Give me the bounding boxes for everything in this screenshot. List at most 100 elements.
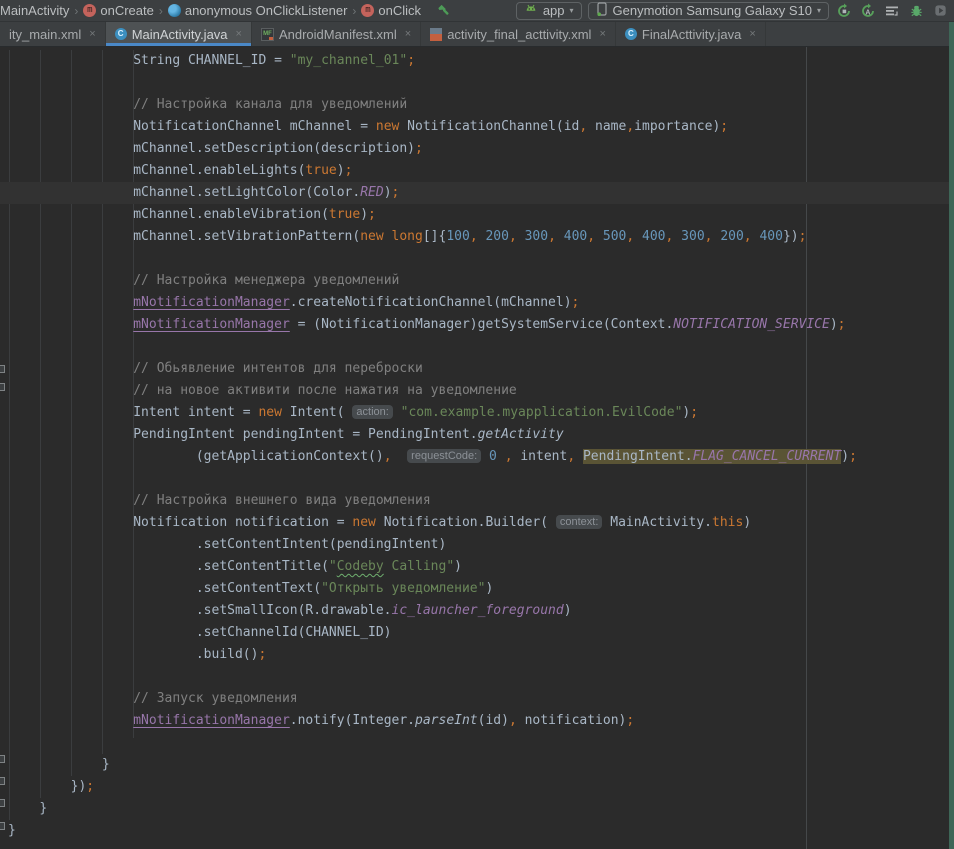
fold-marker[interactable]: [0, 822, 5, 830]
code-token: ;: [626, 713, 634, 728]
close-icon[interactable]: ×: [599, 28, 605, 40]
fold-marker[interactable]: [0, 365, 5, 373]
code-token: this: [712, 515, 743, 530]
code-token: new: [352, 515, 375, 530]
fold-marker[interactable]: [0, 799, 5, 807]
code-token: 100: [446, 229, 469, 244]
code-token: name: [587, 119, 626, 134]
close-icon[interactable]: ×: [89, 28, 95, 40]
tab-activity-final-acttivity-xml[interactable]: activity_final_acttivity.xml×: [421, 22, 616, 46]
code-token: NotificationChannel(id: [399, 119, 579, 134]
breadcrumb-item-oncreate[interactable]: monCreate: [83, 3, 153, 18]
fold-marker[interactable]: [0, 777, 5, 785]
code-line[interactable]: mNotificationManager.notify(Integer.pars…: [0, 710, 949, 732]
code-token: .createNotificationChannel(mChannel): [290, 295, 572, 310]
tab-ity-main-xml[interactable]: ity_main.xml×: [0, 22, 106, 46]
code-token: ;: [690, 405, 698, 420]
code-token: ): [485, 581, 493, 596]
code-line[interactable]: Notification notification = new Notifica…: [0, 512, 949, 534]
debug-icon[interactable]: [904, 0, 928, 22]
code-token: }: [39, 801, 47, 816]
code-line[interactable]: // Настройка менеджера уведомлений: [0, 270, 949, 292]
breadcrumb-item-mainactivity[interactable]: MainActivity: [0, 3, 69, 18]
code-line[interactable]: mNotificationManager.createNotificationC…: [0, 292, 949, 314]
code-token: ;: [407, 53, 415, 68]
profile-icon[interactable]: [928, 0, 952, 22]
run-configurations-icon[interactable]: [880, 0, 904, 22]
code-line[interactable]: NotificationChannel mChannel = new Notif…: [0, 116, 949, 138]
fold-marker[interactable]: [0, 383, 5, 391]
code-token: ,: [587, 229, 595, 244]
inline-parameter-hint: action:: [352, 405, 392, 419]
code-line[interactable]: Intent intent = new Intent( action: "com…: [0, 402, 949, 424]
close-icon[interactable]: ×: [749, 28, 755, 40]
close-icon[interactable]: ×: [405, 28, 411, 40]
code-token: // Обьявление интентов для переброски: [133, 361, 423, 376]
code-line[interactable]: // Настройка внешнего вида уведомления: [0, 490, 949, 512]
run-configuration-selector[interactable]: app ▾: [516, 2, 582, 20]
tab-mainactivity-java[interactable]: CMainActivity.java×: [106, 22, 252, 46]
code-line[interactable]: .setContentTitle("Codeby Calling"): [0, 556, 949, 578]
code-line[interactable]: }: [0, 754, 949, 776]
code-token: String CHANNEL_ID =: [133, 53, 290, 68]
method-icon: m: [83, 4, 96, 17]
code-line[interactable]: // Обьявление интентов для переброски: [0, 358, 949, 380]
code-line[interactable]: .build();: [0, 644, 949, 666]
device-selector[interactable]: Genymotion Samsung Galaxy S10 ▾: [588, 2, 829, 20]
code-line[interactable]: // Настройка канала для уведомлений: [0, 94, 949, 116]
code-token: ;: [415, 141, 423, 156]
build-hammer-icon[interactable]: [431, 0, 455, 22]
code-line[interactable]: }: [0, 820, 949, 842]
code-line[interactable]: PendingIntent pendingIntent = PendingInt…: [0, 424, 949, 446]
android-app-icon: [524, 2, 538, 19]
code-line[interactable]: mChannel.enableLights(true);: [0, 160, 949, 182]
code-line[interactable]: [0, 666, 949, 688]
editor-tab-bar: ity_main.xml×CMainActivity.java×MFAndroi…: [0, 22, 954, 47]
code-line[interactable]: .setContentIntent(pendingIntent): [0, 534, 949, 556]
apply-code-changes-icon[interactable]: A: [856, 0, 880, 22]
code-token: }): [71, 779, 87, 794]
apply-changes-icon[interactable]: [832, 0, 856, 22]
code-token: .setChannelId(CHANNEL_ID): [196, 625, 392, 640]
code-token: [556, 229, 564, 244]
code-line[interactable]: mChannel.setDescription(description);: [0, 138, 949, 160]
code-line[interactable]: [0, 732, 949, 754]
tab-finalacttivity-java[interactable]: CFinalActtivity.java×: [616, 22, 766, 46]
code-line[interactable]: [0, 248, 949, 270]
code-token: }): [783, 229, 799, 244]
chevron-down-icon: ▾: [570, 6, 574, 15]
code-line[interactable]: (getApplicationContext(), requestCode: 0…: [0, 446, 949, 468]
code-token: long: [392, 229, 423, 244]
code-line[interactable]: .setChannelId(CHANNEL_ID): [0, 622, 949, 644]
tab-androidmanifest-xml[interactable]: MFAndroidManifest.xml×: [252, 22, 421, 46]
code-editor[interactable]: String CHANNEL_ID = "my_channel_01"; // …: [0, 47, 949, 849]
code-token: Codeby: [337, 559, 384, 574]
code-line[interactable]: .setSmallIcon(R.drawable.ic_launcher_for…: [0, 600, 949, 622]
code-line[interactable]: mChannel.setLightColor(Color.RED);: [0, 182, 949, 204]
breadcrumb-item-anonymous-onclicklistener[interactable]: anonymous OnClickListener: [168, 3, 348, 18]
code-line[interactable]: mChannel.enableVibration(true);: [0, 204, 949, 226]
code-token: parseInt: [415, 713, 478, 728]
code-token: true: [305, 163, 336, 178]
code-line[interactable]: .setContentText("Открыть уведомление"): [0, 578, 949, 600]
tab-label: AndroidManifest.xml: [279, 27, 397, 42]
code-line[interactable]: [0, 72, 949, 94]
code-line[interactable]: [0, 336, 949, 358]
code-line[interactable]: mChannel.setVibrationPattern(new long[]{…: [0, 226, 949, 248]
code-line[interactable]: });: [0, 776, 949, 798]
code-line[interactable]: mNotificationManager = (NotificationMana…: [0, 314, 949, 336]
device-label: Genymotion Samsung Galaxy S10: [613, 3, 812, 18]
code-line[interactable]: }: [0, 798, 949, 820]
breadcrumb-item-onclick[interactable]: monClick: [361, 3, 421, 18]
code-line[interactable]: // Запуск уведомления: [0, 688, 949, 710]
code-line[interactable]: [0, 468, 949, 490]
fold-marker[interactable]: [0, 755, 5, 763]
code-token: ,: [509, 229, 517, 244]
breadcrumb-label: MainActivity: [0, 3, 69, 18]
code-line[interactable]: String CHANNEL_ID = "my_channel_01";: [0, 50, 949, 72]
code-token: MainActivity.: [602, 515, 712, 530]
code-line[interactable]: // на новое активити после нажатия на ув…: [0, 380, 949, 402]
code-token: ): [337, 163, 345, 178]
code-token: mChannel.setDescription(description): [133, 141, 415, 156]
close-icon[interactable]: ×: [236, 28, 242, 40]
